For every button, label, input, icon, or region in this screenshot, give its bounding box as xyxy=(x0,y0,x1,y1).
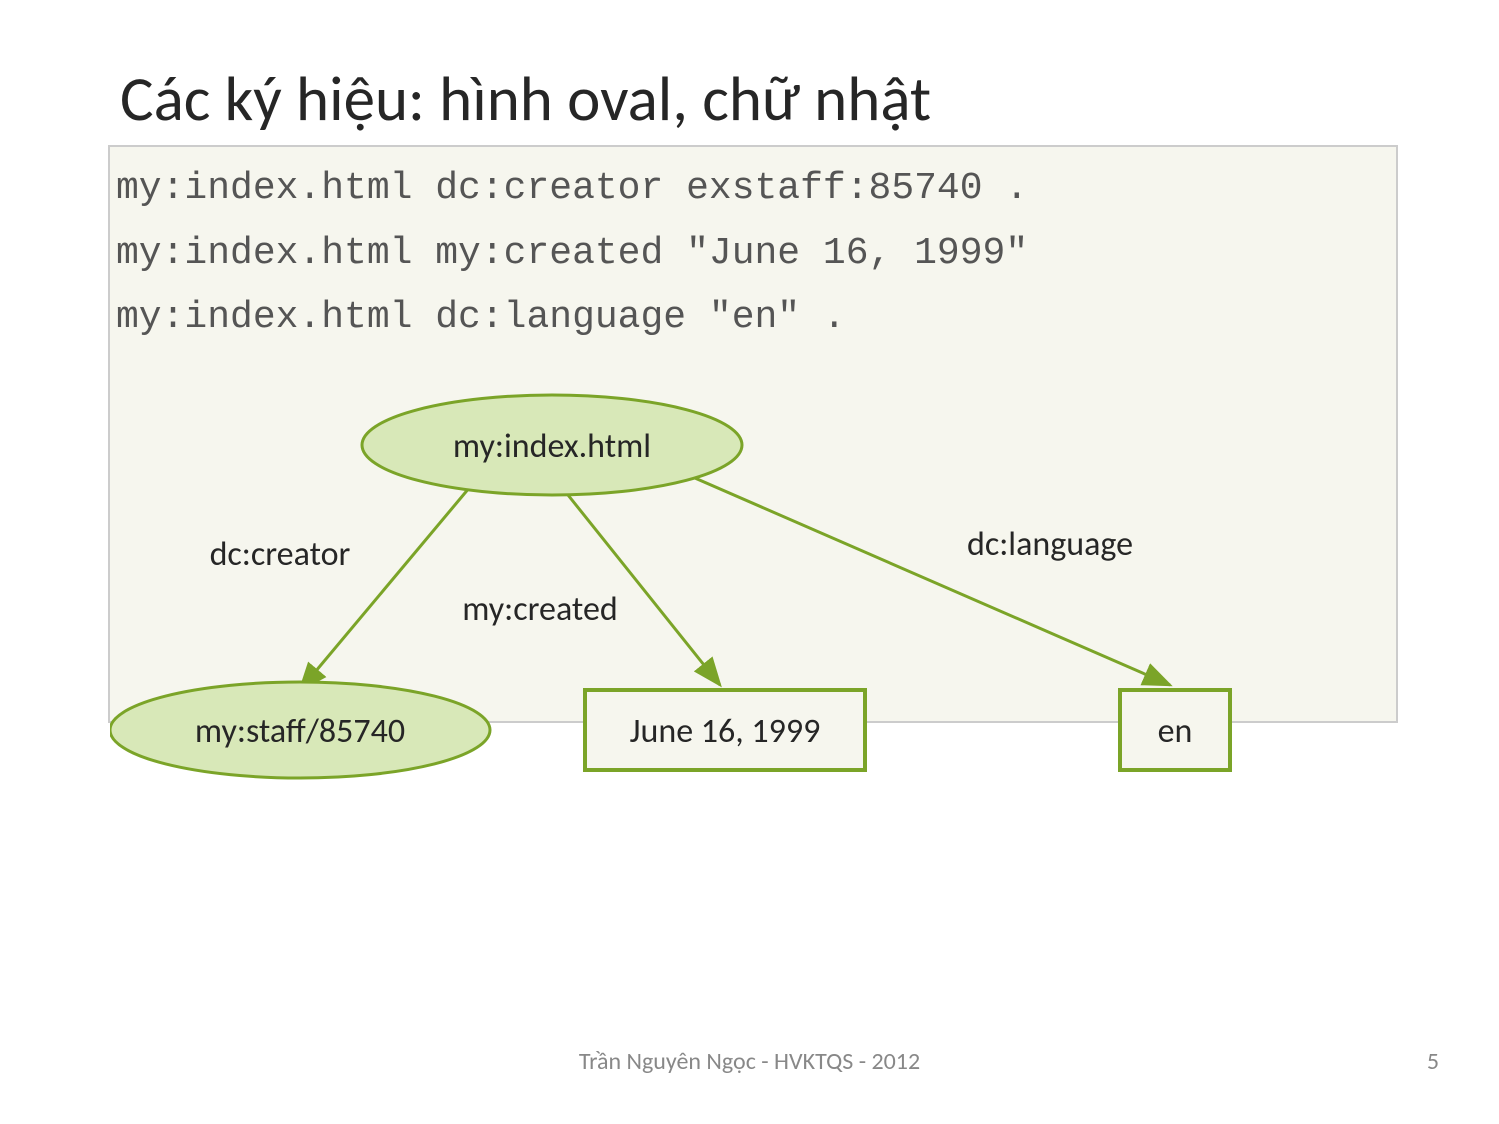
code-line-1: my:index.html dc:creator exstaff:85740 . xyxy=(116,157,1390,222)
code-line-3: my:index.html dc:language "en" . xyxy=(116,286,1390,351)
page-number: 5 xyxy=(1427,1047,1439,1076)
code-line-2: my:index.html my:created "June 16, 1999" xyxy=(116,222,1390,287)
footer-text: Trần Nguyên Ngọc - HVKTQS - 2012 xyxy=(0,1047,1499,1076)
code-block: my:index.html dc:creator exstaff:85740 .… xyxy=(108,145,1398,723)
slide-title: Các ký hiệu: hình oval, chữ nhật xyxy=(120,60,931,137)
